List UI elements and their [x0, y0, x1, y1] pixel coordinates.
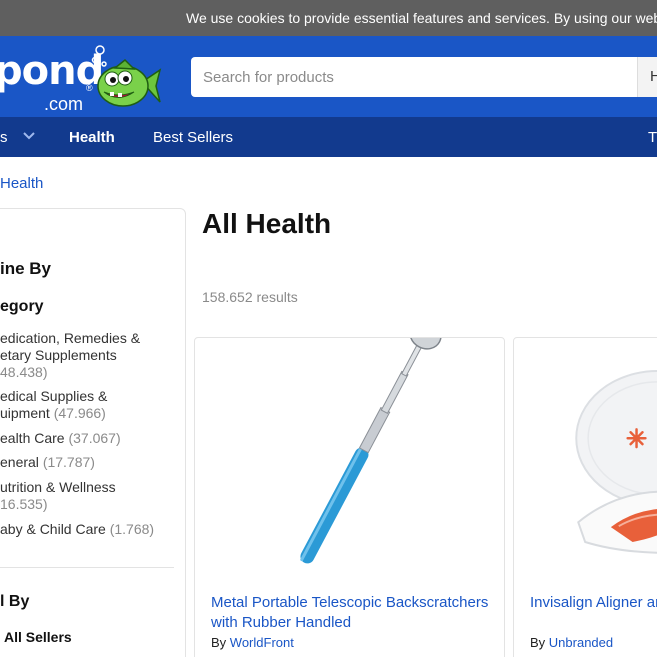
category-count: (47.966) — [53, 405, 106, 421]
category-item[interactable]: eneral (17.787) — [0, 454, 180, 471]
by-label: By — [530, 635, 546, 650]
category-count: 48.438) — [0, 364, 48, 380]
cookie-banner-text: We use cookies to provide essential feat… — [186, 10, 657, 26]
results-count: 158.652 results — [202, 289, 298, 305]
category-label-line1: edical Supplies & — [0, 388, 108, 404]
page-title: All Health — [202, 208, 332, 239]
aligner-case-product-image[interactable] — [514, 338, 657, 578]
backscratcher-product-image[interactable] — [195, 338, 504, 578]
product-card[interactable]: Metal Portable Telescopic Backscratchers… — [194, 337, 505, 657]
search-bar: H — [191, 57, 657, 97]
snowflake-icon — [626, 428, 647, 449]
all-sellers-option[interactable]: All Sellers — [4, 629, 72, 645]
category-label: utrition & Wellness — [0, 479, 116, 495]
product-card[interactable]: Invisalign Aligner ar (White) By Unbrand… — [513, 337, 657, 657]
logo-domain[interactable]: .com — [44, 94, 83, 115]
fish-logo-icon[interactable] — [90, 40, 162, 110]
brand-link[interactable]: WorldFront — [230, 635, 294, 650]
refine-heading: ine By — [0, 259, 52, 278]
sidebar-divider — [0, 567, 174, 568]
chevron-down-icon[interactable] — [22, 129, 36, 143]
category-count: 16.535) — [0, 496, 48, 512]
category-label: ealth Care — [0, 430, 65, 446]
cookie-banner: We use cookies to provide essential feat… — [0, 0, 657, 36]
category-item[interactable]: ealth Care (37.067) — [0, 430, 180, 447]
category-label-line1: edication, Remedies & — [0, 330, 141, 346]
nav-item-truncated[interactable]: Tr — [648, 129, 657, 146]
nav-item-categories[interactable]: s — [0, 129, 8, 146]
nav-item-best-sellers[interactable]: Best Sellers — [153, 129, 233, 146]
by-label: By — [211, 635, 227, 650]
category-heading: egory — [0, 298, 44, 315]
category-nav: s Health Best Sellers Tr — [0, 117, 657, 157]
category-item[interactable]: edication, Remedies & etary Supplements … — [0, 330, 180, 381]
breadcrumb[interactable]: Health — [0, 175, 43, 192]
site-header: pond ® .com H — [0, 36, 657, 117]
search-button[interactable]: H — [637, 57, 657, 97]
product-title[interactable]: Invisalign Aligner ar (White) — [530, 593, 657, 613]
brand-link[interactable]: Unbranded — [549, 635, 613, 650]
category-item[interactable]: utrition & Wellness 16.535) — [0, 479, 180, 513]
product-title[interactable]: Metal Portable Telescopic Backscratchers… — [211, 593, 501, 633]
product-seller: By WorldFront — [211, 635, 294, 650]
category-item[interactable]: aby & Child Care (1.768) — [0, 521, 180, 538]
category-item[interactable]: edical Supplies & uipment (47.966) — [0, 388, 180, 422]
category-label-line2: etary Supplements — [0, 347, 117, 363]
category-label: eneral — [0, 454, 39, 470]
nav-item-health[interactable]: Health — [69, 129, 115, 146]
product-seller: By Unbranded — [530, 635, 613, 650]
search-input[interactable] — [191, 57, 637, 97]
category-count: (17.787) — [42, 454, 95, 470]
category-label: aby & Child Care — [0, 521, 106, 537]
sold-by-heading: l By — [0, 593, 30, 610]
category-count: (1.768) — [109, 521, 155, 537]
category-label-line2: uipment — [0, 405, 50, 421]
category-count: (37.067) — [68, 430, 121, 446]
